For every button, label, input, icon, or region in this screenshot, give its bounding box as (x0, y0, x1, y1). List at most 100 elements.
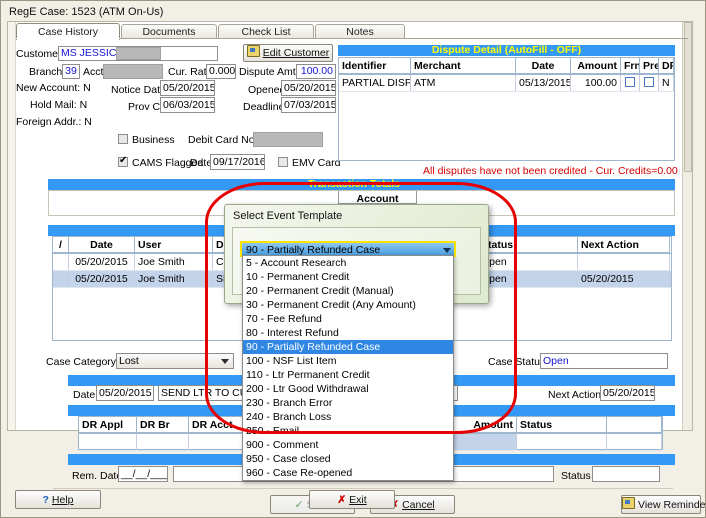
cell-next-action (578, 254, 670, 270)
col-amount: Amount (571, 58, 621, 74)
cell-dr-amount (449, 434, 517, 450)
edit-customer-label: Edit Customer (262, 47, 330, 59)
chevron-down-icon[interactable] (443, 248, 451, 253)
deadline-field[interactable]: 07/03/2015 (281, 97, 336, 113)
dispute-detail-grid[interactable]: Identifier Merchant Date Amount Frn Pre … (338, 57, 675, 161)
customer-name-mask (116, 47, 161, 60)
dropdown-option[interactable]: 240 - Branch Loss (243, 410, 453, 424)
cancel-label: Cancel (402, 499, 435, 511)
dropdown-option[interactable]: 100 - NSF List Item (243, 354, 453, 368)
debit-card-field[interactable] (253, 132, 323, 147)
customer-label: Customer (16, 48, 62, 60)
cams-flagged-checkbox[interactable] (118, 155, 128, 167)
notice-date-label: Notice Date (111, 84, 166, 96)
cell-user: Joe Smith (135, 254, 213, 270)
dispute-detail-header: Dispute Detail (AutoFill - OFF) (338, 45, 675, 56)
action-bar-divider (53, 488, 673, 489)
case-status-field: Open (540, 353, 668, 369)
acct-field[interactable] (103, 64, 163, 79)
dispute-grid-body: PARTIAL DISPE… ATM 05/13/2015 100.00 N (339, 75, 674, 92)
dropdown-option[interactable]: 250 - Email (243, 424, 453, 438)
dropdown-option[interactable]: 70 - Fee Refund (243, 312, 453, 326)
dialog-title: Select Event Template (233, 210, 343, 222)
event-date-field[interactable]: 05/20/2015 (96, 385, 154, 401)
dispute-grid-header-row: Identifier Merchant Date Amount Frn Pre … (339, 58, 674, 75)
app-window: RegE Case: 1523 (ATM On-Us) Case History… (0, 0, 706, 518)
dropdown-option[interactable]: 80 - Interest Refund (243, 326, 453, 340)
edit-customer-button[interactable]: Edit Customer (243, 44, 333, 62)
case-category-label: Case Category (46, 356, 117, 368)
opened-label: Opened (248, 84, 286, 96)
cell-amount: 100.00 (571, 75, 621, 91)
col-frn: Frn (621, 58, 640, 74)
business-checkbox[interactable] (118, 134, 128, 144)
dropdown-option[interactable]: 950 - Case closed (243, 452, 453, 466)
cell-frn[interactable] (621, 75, 640, 91)
frn-checkbox[interactable] (625, 77, 635, 87)
tab-underline-right (120, 38, 688, 39)
next-action-field[interactable]: 05/20/2015 (600, 385, 655, 401)
cell-dr-appl (79, 434, 137, 450)
event-template-dropdown-list[interactable]: 5 - Account Research 10 - Permanent Credi… (242, 255, 454, 481)
table-row[interactable]: PARTIAL DISPE… ATM 05/13/2015 100.00 N (339, 75, 674, 92)
cell-dr-br (137, 434, 189, 450)
branch-field[interactable]: 39 (62, 64, 80, 79)
cell-identifier: PARTIAL DISPE… (339, 75, 411, 91)
hold-mail-label: Hold Mail: N (30, 99, 88, 111)
cams-date-field[interactable]: 09/17/2016 (210, 154, 265, 170)
dropdown-option[interactable]: 200 - Ltr Good Withdrawal (243, 382, 453, 396)
chevron-down-icon[interactable] (221, 359, 229, 364)
col-identifier: Identifier (339, 58, 411, 74)
dropdown-option[interactable]: 90 - Partially Refunded Case (243, 340, 453, 354)
totals-account-value (417, 191, 672, 204)
emv-card-label: EMV Card (292, 157, 341, 169)
cell-mark (53, 254, 69, 270)
scrollbar-thumb[interactable] (684, 22, 692, 172)
cell-next-action: 05/20/2015 (578, 271, 670, 287)
totals-account-label: Account (338, 191, 417, 204)
deadline-label: Deadline (243, 101, 285, 113)
cell-dr: N (659, 75, 674, 91)
opened-field[interactable]: 05/20/2015 (281, 80, 336, 96)
dropdown-option[interactable]: 110 - Ltr Permanent Credit (243, 368, 453, 382)
cell-dr-pad (607, 434, 662, 450)
dropdown-option[interactable]: 10 - Permanent Credit (243, 270, 453, 284)
dropdown-option[interactable]: 960 - Case Re-opened (243, 466, 453, 480)
case-category-select[interactable]: Lost (116, 353, 234, 369)
cell-event-date: 05/20/2015 (69, 271, 135, 287)
transaction-totals-header: Transaction Totals (298, 179, 458, 190)
pre-checkbox[interactable] (644, 77, 654, 87)
vertical-scrollbar[interactable] (682, 22, 692, 430)
cell-event-date: 05/20/2015 (69, 254, 135, 270)
cell-pre[interactable] (640, 75, 659, 91)
emv-card-checkbox[interactable] (278, 157, 288, 167)
event-date-label: Date (73, 389, 96, 401)
tab-documents[interactable]: Documents (121, 24, 217, 39)
notice-date-field[interactable]: 05/20/2015 (160, 80, 215, 96)
tab-underline (16, 38, 120, 39)
transaction-totals-bar-left (48, 179, 298, 190)
foreign-addr-label: Foreign Addr.: N (16, 116, 92, 128)
dispute-amt-field[interactable]: 100.00 (296, 64, 336, 79)
cur-rate-field[interactable]: 0.000 (206, 64, 236, 79)
rem-date-field[interactable]: __/__/____ (118, 466, 168, 482)
cams-date-label: Date (190, 157, 213, 169)
tab-check-list[interactable]: Check List (218, 24, 314, 39)
dropdown-option[interactable]: 5 - Account Research (243, 256, 453, 270)
left-scroll-strip[interactable] (8, 22, 16, 430)
prov-cr-field[interactable]: 06/03/2015 (160, 97, 215, 113)
view-reminders-button[interactable]: View Reminders (621, 495, 706, 514)
dropdown-option[interactable]: 20 - Permanent Credit (Manual) (243, 284, 453, 298)
help-button[interactable]: ? Help (15, 490, 101, 509)
window-title: RegE Case: 1523 (ATM On-Us) (9, 6, 164, 18)
dropdown-option[interactable]: 30 - Permanent Credit (Any Amount) (243, 298, 453, 312)
dropdown-option[interactable]: 900 - Comment (243, 438, 453, 452)
reminder-status-field[interactable] (592, 466, 660, 482)
cell-status: Open (478, 254, 578, 270)
cell-dr-status (517, 434, 607, 450)
col-dr-appl: DR Appl (79, 417, 137, 433)
col-dr-pad (607, 417, 662, 433)
exit-button[interactable]: ✗ Exit (309, 490, 395, 509)
dropdown-option[interactable]: 230 - Branch Error (243, 396, 453, 410)
tab-notes[interactable]: Notes (315, 24, 405, 39)
